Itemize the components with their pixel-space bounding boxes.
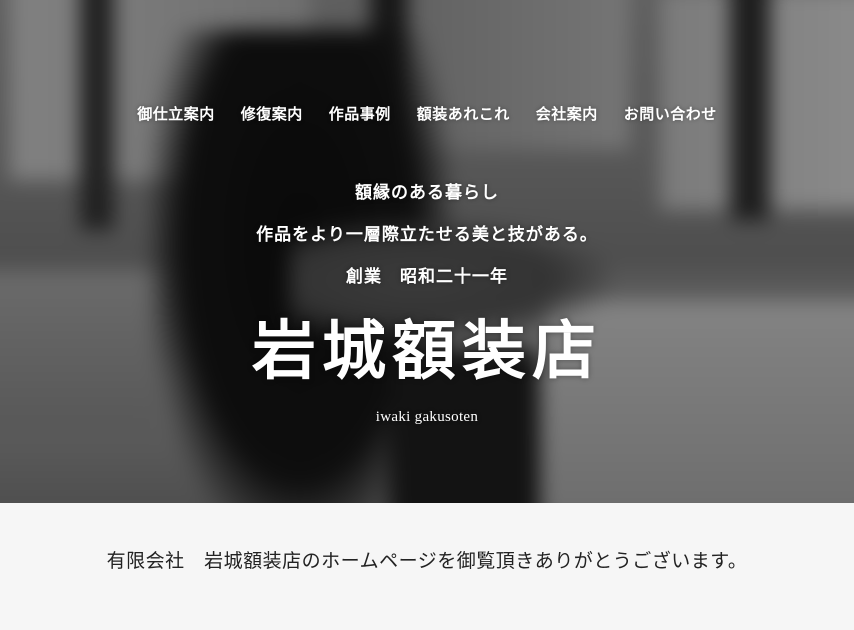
hero-founding: 創業 昭和二十一年 [346,267,508,287]
site-logo-romaji: iwaki gakusoten [375,409,479,425]
nav-item-company[interactable]: 会社案内 [523,103,611,124]
nav-item-contact[interactable]: お問い合わせ [611,103,730,124]
hero-background-image [0,0,854,503]
hero-tagline-1: 額縁のある暮らし [355,183,499,203]
nav-item-framing-tips[interactable]: 額装あれこれ [404,103,523,124]
welcome-message: 有限会社 岩城額装店のホームページを御覧頂きありがとうございます。 [106,550,748,572]
nav-item-works[interactable]: 作品事例 [316,103,404,124]
hero-section: 御仕立案内 修復案内 作品事例 額装あれこれ 会社案内 お問い合わせ 額縁のある… [0,0,854,503]
hero-tagline-2: 作品をより一層際立たせる美と技がある。 [256,225,598,245]
nav-item-tailoring[interactable]: 御仕立案内 [124,103,228,124]
main-nav: 御仕立案内 修復案内 作品事例 額装あれこれ 会社案内 お問い合わせ [0,103,854,124]
nav-item-restoration[interactable]: 修復案内 [228,103,316,124]
site-logo[interactable]: 岩城額装店 [0,312,854,392]
